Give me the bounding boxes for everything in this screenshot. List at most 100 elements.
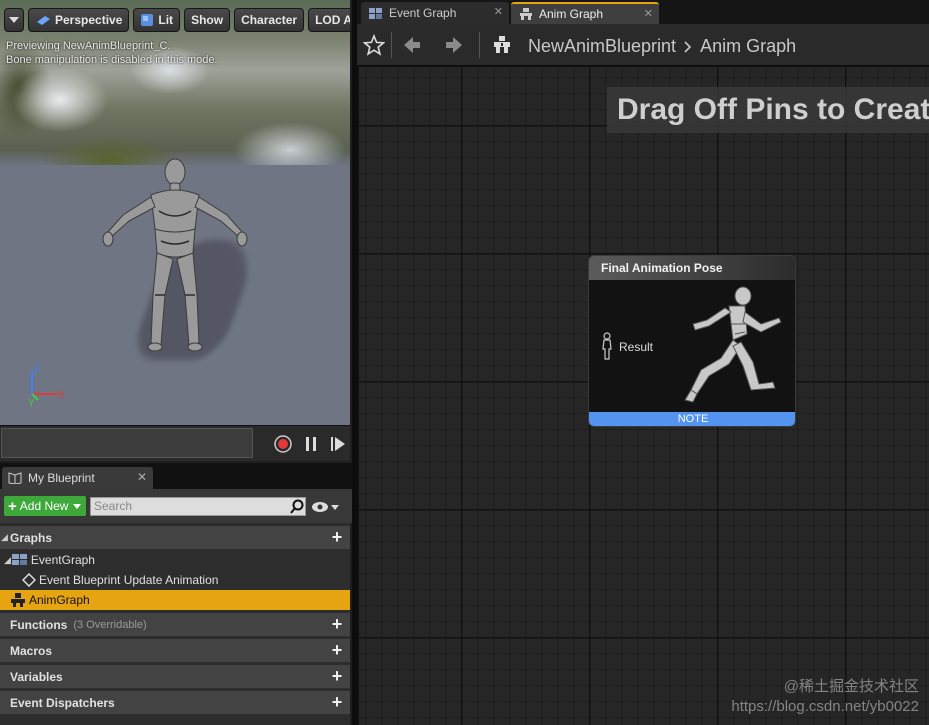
- add-new-label: Add New: [19, 499, 69, 513]
- search-input[interactable]: Search: [90, 497, 306, 516]
- forward-button[interactable]: [443, 34, 465, 56]
- tree-item-anim-graph[interactable]: AnimGraph: [0, 590, 350, 610]
- category-functions-sub: (3 Overridable): [73, 618, 147, 631]
- tab-event-graph[interactable]: Event Graph ✕: [361, 2, 509, 24]
- category-graphs[interactable]: ◢ Graphs +: [0, 525, 350, 549]
- add-macro-button[interactable]: +: [330, 641, 344, 659]
- show-label: Show: [191, 13, 224, 27]
- category-functions[interactable]: Functions (3 Overridable) +: [0, 612, 350, 636]
- event-diamond-icon: [22, 573, 36, 587]
- star-icon: [363, 34, 385, 56]
- anim-blueprint-icon: [494, 36, 510, 53]
- close-icon[interactable]: ✕: [494, 5, 503, 18]
- breadcrumb: NewAnimBlueprint Anim Graph: [528, 36, 796, 57]
- close-icon[interactable]: ✕: [644, 7, 653, 20]
- graph-editor: Event Graph ✕ Anim Graph ✕ NewAnimBluepr…: [357, 0, 929, 725]
- add-variable-button[interactable]: +: [330, 667, 344, 685]
- lod-button[interactable]: LOD Aut: [308, 8, 350, 32]
- lit-sphere-icon: [141, 14, 154, 26]
- record-button[interactable]: [273, 434, 293, 454]
- editor-navbar: NewAnimBlueprint Anim Graph: [357, 24, 929, 66]
- category-variables[interactable]: Variables +: [0, 664, 350, 688]
- left-panel: Perspective Lit Show Character LOD Aut P…: [0, 0, 352, 725]
- event-graph-icon: [11, 554, 27, 565]
- navbar-divider: [391, 32, 392, 58]
- viewport-menu-button[interactable]: [4, 8, 24, 32]
- play-icon: [331, 437, 345, 451]
- tree-item-event-update-label: Event Blueprint Update Animation: [39, 573, 219, 587]
- preview-viewport[interactable]: Perspective Lit Show Character LOD Aut P…: [0, 0, 350, 425]
- book-icon: [8, 472, 22, 484]
- tree-item-anim-graph-label: AnimGraph: [29, 593, 90, 607]
- category-event-dispatchers-label: Event Dispatchers: [10, 695, 115, 710]
- running-figure-icon: [684, 286, 782, 403]
- record-icon: [274, 435, 292, 453]
- my-blueprint-toolbar: + Add New Search: [0, 489, 352, 523]
- category-graphs-label: Graphs: [10, 530, 53, 545]
- tree-item-event-graph[interactable]: ◢ EventGraph: [0, 550, 350, 570]
- perspective-label: Perspective: [55, 13, 123, 27]
- character-label: Character: [241, 13, 298, 27]
- axis-z-label: Z: [34, 364, 40, 375]
- play-forward-button[interactable]: [328, 434, 348, 454]
- axis-y-label: Y: [28, 398, 35, 409]
- arrow-right-icon: [446, 37, 462, 53]
- my-blueprint-tabrow: My Blueprint ✕: [0, 463, 352, 489]
- viewport-toolbar: Perspective Lit Show Character LOD Aut: [4, 8, 350, 32]
- pose-pin-icon[interactable]: [601, 332, 613, 360]
- graph-hint-text: Drag Off Pins to Create/C: [607, 87, 929, 133]
- search-placeholder: Search: [94, 499, 133, 513]
- anim-graph-icon: [520, 8, 532, 20]
- close-icon[interactable]: ✕: [137, 470, 147, 484]
- character-button[interactable]: Character: [234, 8, 305, 32]
- lod-label: LOD Aut: [315, 13, 350, 27]
- pin-result-label: Result: [619, 340, 654, 354]
- axis-gizmo-icon: Z Y X: [28, 364, 65, 409]
- tab-anim-graph[interactable]: Anim Graph ✕: [511, 2, 659, 24]
- anim-graph-icon: [11, 593, 25, 607]
- collapse-arrow-icon: ◢: [4, 554, 11, 565]
- timeline-scrubber[interactable]: [1, 428, 253, 458]
- perspective-button[interactable]: Perspective: [28, 8, 130, 32]
- favorite-button[interactable]: [363, 34, 385, 56]
- playback-bar: [0, 425, 350, 461]
- search-icon[interactable]: [289, 499, 305, 515]
- breadcrumb-root[interactable]: NewAnimBlueprint: [528, 36, 676, 57]
- add-graph-button[interactable]: +: [330, 528, 344, 546]
- add-new-button[interactable]: + Add New: [4, 496, 86, 516]
- chevron-down-icon: [331, 504, 339, 510]
- perspective-cube-icon: [37, 16, 50, 25]
- chevron-right-icon: [684, 40, 692, 53]
- back-button[interactable]: [401, 34, 423, 56]
- final-animation-pose-node[interactable]: Final Animation Pose Result NOTE: [588, 255, 796, 427]
- tree-item-event-update[interactable]: Event Blueprint Update Animation: [0, 570, 350, 590]
- mannequin-figure: [102, 158, 248, 352]
- blueprint-type-icon-wrap: [491, 34, 513, 56]
- viewport-info-line2: Bone manipulation is disabled in this mo…: [6, 54, 218, 66]
- category-macros[interactable]: Macros +: [0, 638, 350, 662]
- breadcrumb-current[interactable]: Anim Graph: [700, 36, 796, 57]
- pause-button[interactable]: [301, 434, 321, 454]
- navbar-divider: [479, 32, 480, 58]
- pause-icon: [306, 437, 316, 451]
- node-title: Final Animation Pose: [589, 256, 795, 280]
- chevron-down-icon: [9, 17, 19, 23]
- lit-button[interactable]: Lit: [133, 8, 181, 32]
- tab-my-blueprint-label: My Blueprint: [28, 471, 95, 485]
- tab-my-blueprint[interactable]: My Blueprint ✕: [2, 467, 153, 489]
- category-functions-label: Functions: [10, 617, 68, 632]
- chevron-down-icon: [73, 503, 82, 509]
- collapse-arrow-icon: ◢: [1, 532, 8, 542]
- add-event-dispatcher-button[interactable]: +: [330, 693, 344, 711]
- category-variables-label: Variables: [10, 669, 63, 684]
- category-event-dispatchers[interactable]: Event Dispatchers +: [0, 690, 350, 714]
- graph-canvas[interactable]: Drag Off Pins to Create/C Final Animatio…: [359, 67, 929, 725]
- add-function-button[interactable]: +: [330, 615, 344, 633]
- event-graph-icon: [369, 7, 382, 19]
- show-button[interactable]: Show: [184, 8, 231, 32]
- viewport-info-line1: Previewing NewAnimBlueprint_C.: [6, 40, 171, 52]
- node-note-bar[interactable]: NOTE: [589, 412, 795, 426]
- view-options-button[interactable]: [311, 499, 341, 515]
- category-macros-label: Macros: [10, 643, 53, 658]
- eye-icon: [312, 502, 328, 512]
